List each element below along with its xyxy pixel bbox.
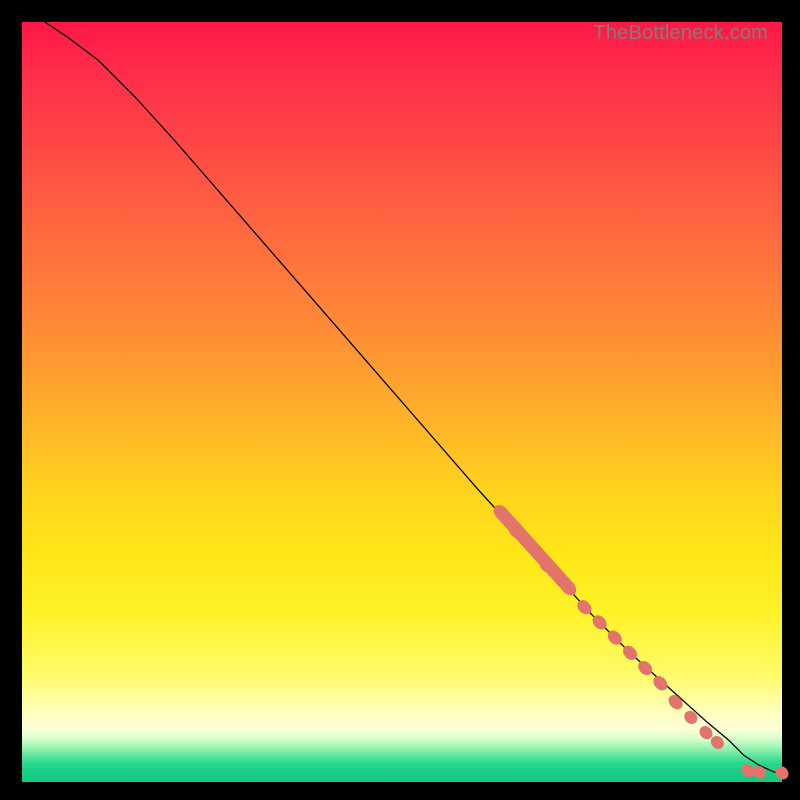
chart-stage: TheBottleneck.com — [0, 0, 800, 800]
plot-area: TheBottleneck.com — [22, 22, 782, 782]
chart-svg — [22, 22, 782, 782]
curve-line — [45, 22, 782, 773]
highlight-dot — [682, 708, 700, 726]
highlight-dot — [666, 692, 686, 712]
highlight-dots — [491, 502, 791, 782]
highlight-dot — [651, 673, 671, 693]
highlight-dot — [773, 764, 791, 782]
